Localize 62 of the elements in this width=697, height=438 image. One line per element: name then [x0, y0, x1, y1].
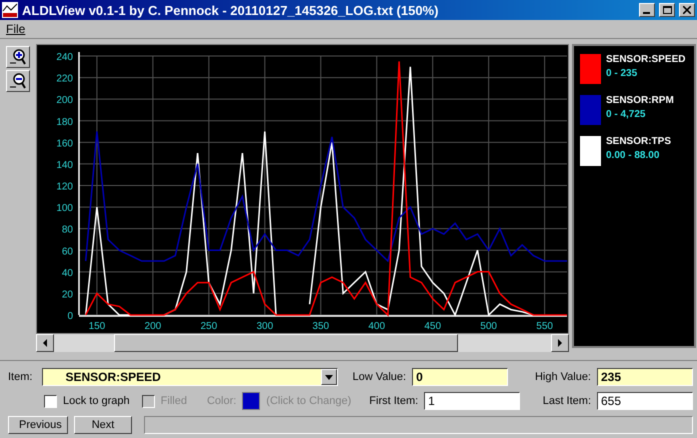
x-tick-label: 500 — [480, 321, 497, 332]
lock-label: Lock to graph — [63, 395, 130, 407]
x-tick-label: 150 — [88, 321, 106, 332]
left-arrow-icon — [42, 339, 48, 347]
low-value-label: Low Value: — [352, 371, 406, 383]
x-tick-label: 300 — [256, 321, 274, 332]
y-tick-label: 220 — [56, 74, 73, 85]
close-button[interactable] — [679, 3, 695, 17]
last-item-label: Last Item: — [542, 395, 591, 407]
maximize-button[interactable] — [659, 3, 675, 17]
y-tick-label: 160 — [56, 138, 73, 150]
y-tick-label: 180 — [56, 116, 73, 128]
window-title: ALDLView v0.1-1 by C. Pennock - 20110127_145326_LOG.txt (150%) — [22, 2, 440, 18]
horizontal-scrollbar[interactable] — [36, 334, 569, 352]
scroll-thumb[interactable] — [114, 334, 458, 352]
previous-button[interactable]: Previous — [8, 416, 68, 434]
zoom-in-button[interactable] — [6, 46, 30, 68]
x-tick-label: 550 — [536, 321, 553, 332]
y-tick-label: 240 — [56, 52, 73, 63]
y-tick-label: 20 — [62, 289, 73, 300]
zoom-out-icon — [9, 72, 27, 90]
filled-label: Filled — [160, 395, 187, 407]
zoom-out-button[interactable] — [6, 70, 30, 92]
lock-checkbox[interactable] — [44, 394, 57, 408]
high-value-label: High Value: — [534, 371, 591, 383]
x-tick-label: 200 — [144, 321, 162, 332]
first-item-label: First Item: — [369, 395, 418, 407]
item-label: Item: — [8, 371, 32, 383]
maximize-icon — [662, 6, 672, 14]
x-tick-label: 450 — [424, 321, 442, 332]
y-tick-label: 140 — [56, 160, 73, 171]
minimize-button[interactable] — [639, 3, 655, 17]
app-icon — [2, 2, 18, 18]
y-tick-label: 200 — [56, 95, 73, 106]
y-tick-label: 80 — [62, 224, 73, 236]
right-arrow-icon — [557, 339, 563, 347]
high-value-field[interactable]: 235 — [597, 368, 693, 386]
legend-range: 0 - 4,725 — [606, 109, 646, 120]
next-button[interactable]: Next — [74, 416, 132, 434]
y-tick-label: 60 — [62, 246, 73, 258]
zoom-in-icon — [9, 48, 27, 66]
dropdown-arrow-icon — [325, 374, 334, 380]
legend-range: 0 - 235 — [606, 68, 638, 79]
x-tick-label: 350 — [312, 321, 330, 332]
y-tick-label: 120 — [56, 182, 73, 192]
menu-item[interactable]: File — [6, 22, 26, 36]
y-tick-label: 40 — [62, 268, 73, 279]
color-swatch[interactable] — [242, 392, 260, 410]
first-item-field[interactable]: 1 — [424, 392, 520, 410]
item-dropdown[interactable]: SENSOR:SPEED — [42, 368, 338, 386]
x-tick-label: 400 — [368, 321, 386, 332]
color-label: Color: — [206, 395, 236, 407]
legend-label: SENSOR:RPM — [606, 95, 674, 106]
y-tick-label: 100 — [56, 203, 73, 214]
legend-label: SENSOR:SPEED — [606, 54, 686, 65]
low-value-field[interactable]: 0 — [412, 368, 508, 386]
legend-range: 0.00 - 88.00 — [606, 150, 660, 161]
close-icon — [683, 6, 691, 14]
y-tick-label: 0 — [67, 311, 73, 322]
legend-label: SENSOR:TPS — [606, 136, 672, 147]
x-tick-label: 250 — [200, 321, 218, 332]
last-item-field[interactable]: 655 — [597, 392, 693, 410]
